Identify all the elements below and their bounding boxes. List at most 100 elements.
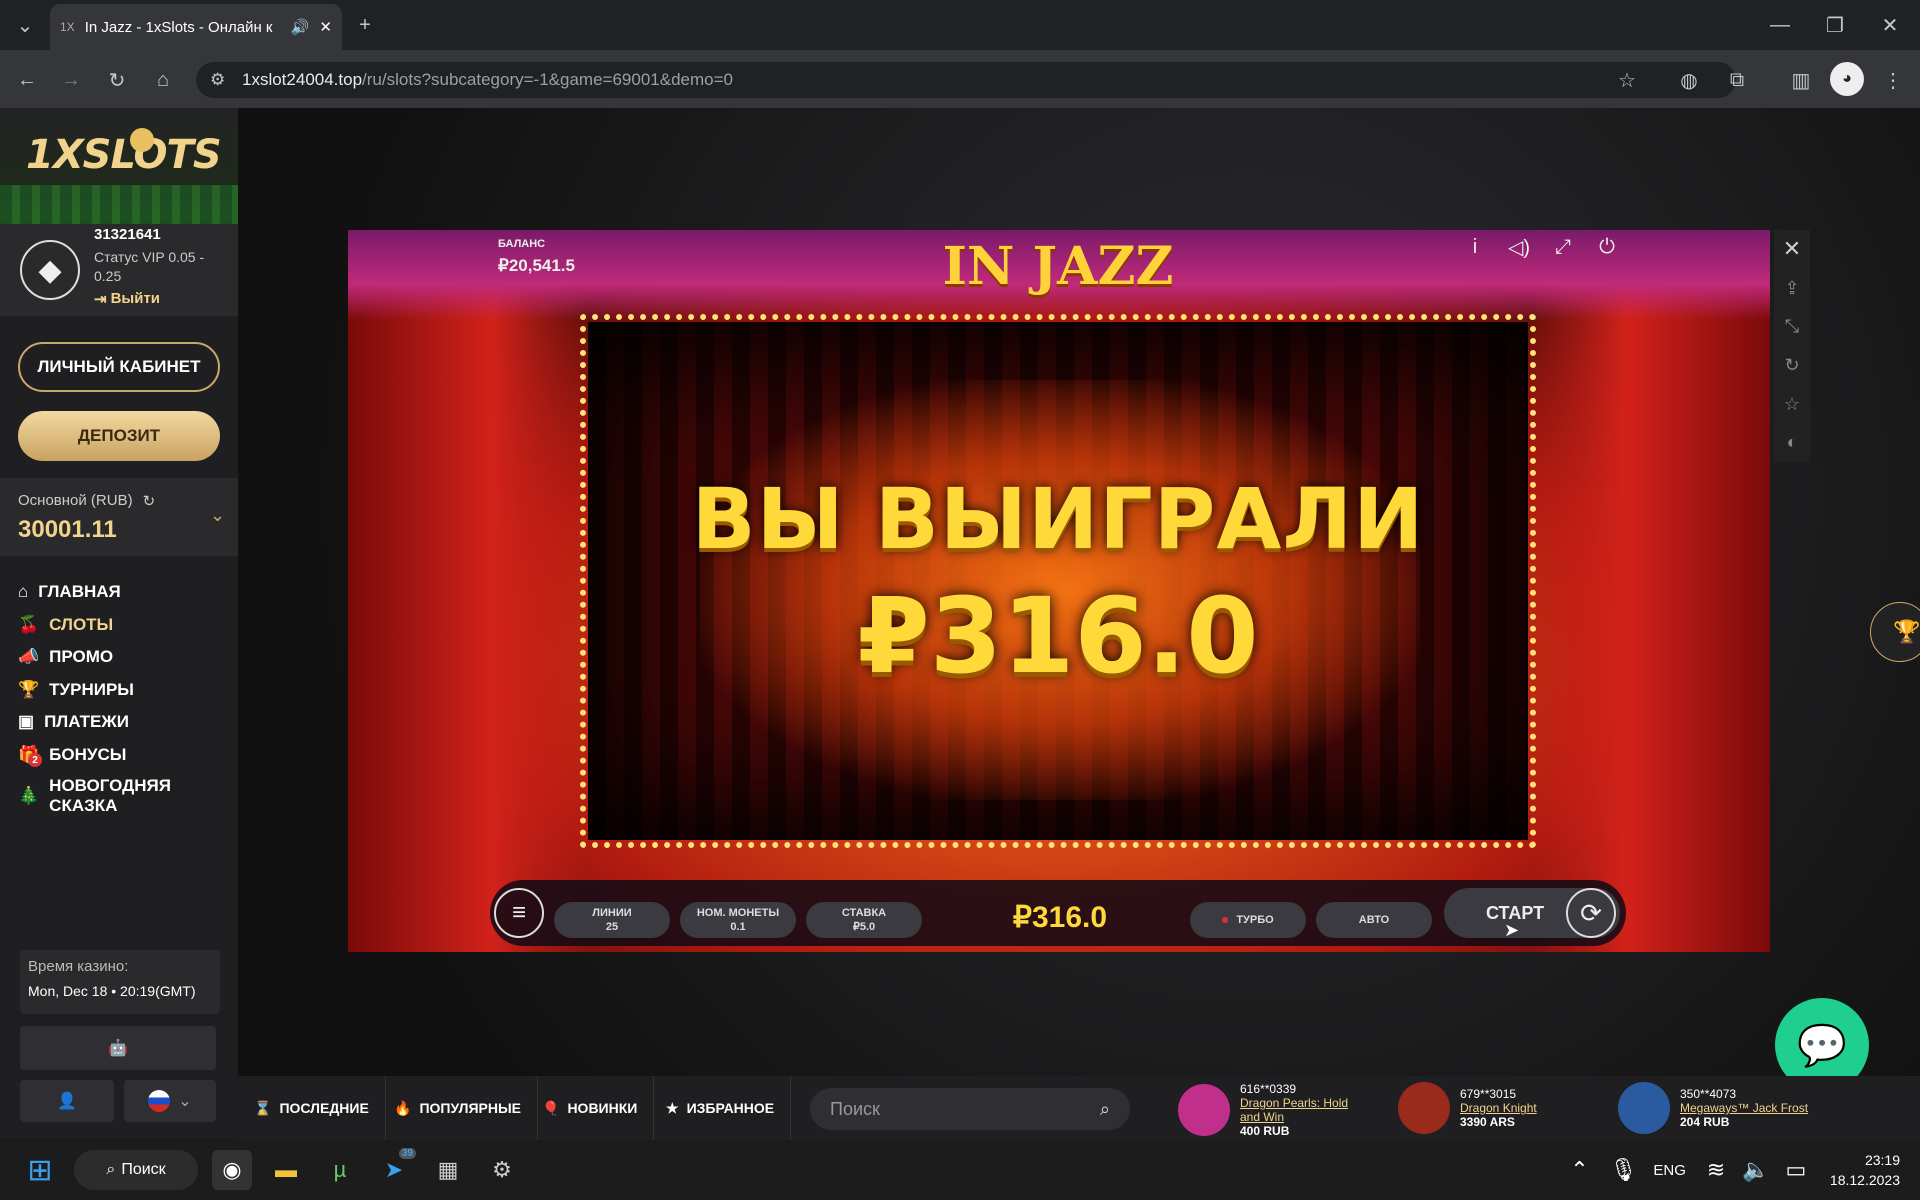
nav-tournaments[interactable]: 🏆 ТУРНИРЫ (18, 680, 228, 700)
new-tab-icon[interactable]: + (350, 10, 380, 40)
favicon-icon: 1X (60, 20, 75, 34)
win-game-link[interactable]: Megaways™ Jack Frost (1680, 1101, 1808, 1115)
support-icon: 👤 (57, 1093, 77, 1110)
casino-time-value: Mon, Dec 18 • 20:19(GMT) (28, 983, 196, 999)
coin-label: НОМ. МОНЕТЫ (696, 907, 780, 919)
win-user: 350**4073 (1680, 1087, 1737, 1101)
favorite-star-icon[interactable]: ☆ (1784, 385, 1800, 424)
wifi-icon[interactable]: ≋ (1696, 1150, 1736, 1190)
balance-label-row: Основной (RUB) ↻ (18, 492, 155, 510)
cat-new[interactable]: 🎈 НОВИНКИ (526, 1076, 655, 1140)
calculator-icon[interactable]: ▦ (428, 1150, 468, 1190)
chrome-icon[interactable]: ◉ (212, 1150, 252, 1190)
site-logo[interactable]: 1XSLOTS (26, 132, 222, 178)
bookmark-star-icon[interactable]: ☆ (1610, 64, 1644, 96)
back-icon[interactable]: ← (10, 64, 44, 96)
android-app-button[interactable]: 🤖 (20, 1026, 216, 1070)
game-balance-value: ₽20,541.5 (498, 256, 575, 275)
search-input[interactable]: Поиск ⌕ (810, 1088, 1130, 1130)
wallet-icon: ▣ (18, 712, 35, 731)
taskbar-clock[interactable]: 23:19 18.12.2023 (1830, 1150, 1900, 1190)
nav-payments[interactable]: ▣ ПЛАТЕЖИ (18, 712, 228, 732)
taskbar-search-label: Поиск (121, 1161, 166, 1178)
restore-icon[interactable]: ❐ (1815, 10, 1855, 40)
deposit-button[interactable]: ДЕПОЗИТ (18, 411, 220, 461)
win-game-link[interactable]: Dragon Knight (1460, 1101, 1537, 1115)
nav-bonuses[interactable]: 🎁 2 БОНУСЫ (18, 745, 228, 767)
share-icon[interactable]: ⇪ (1784, 269, 1799, 308)
bet-pill[interactable]: СТАВКА ₽5.0 (806, 902, 922, 938)
recent-win-2[interactable]: 679**3015 Dragon Knight 3390 ARS (1398, 1082, 1537, 1134)
search-icon[interactable]: ⌕ (1100, 1099, 1110, 1120)
forward-icon[interactable]: → (54, 64, 88, 96)
nav-new-year[interactable]: 🎄 НОВОГОДНЯЯ СКАЗКА (18, 776, 228, 816)
menu-icon[interactable]: ≡ (494, 888, 544, 938)
turbo-button[interactable]: ТУРБО (1190, 902, 1306, 938)
spin-icon[interactable]: ⟳ (1566, 888, 1616, 938)
minimize-icon[interactable]: — (1760, 10, 1800, 40)
lines-pill[interactable]: ЛИНИИ 25 (554, 902, 670, 938)
profile-avatar[interactable]: ◕ (1830, 62, 1864, 96)
cabinet-button[interactable]: ЛИЧНЫЙ КАБИНЕТ (18, 342, 220, 392)
microphone-icon[interactable]: 🎙 (1603, 1150, 1643, 1190)
auto-label: АВТО (1358, 914, 1390, 926)
balance-label: Основной (RUB) (18, 492, 133, 509)
reload-game-icon[interactable]: ↻ (1784, 346, 1799, 385)
url-path: /ru/slots?subcategory=-1&game=69001&demo… (362, 70, 733, 89)
speaker-icon[interactable]: 🔊 (291, 18, 310, 36)
trophy-icon: 🏆 (1893, 619, 1920, 644)
hourglass-icon: ⌛ (254, 1099, 272, 1116)
sound-icon[interactable]: ◁) (1506, 234, 1532, 260)
info-icon[interactable]: i (1462, 234, 1488, 260)
logout-link[interactable]: ⇥ Выйти (94, 290, 160, 308)
keyboard-language[interactable]: ENG (1653, 1162, 1686, 1179)
coin-value-pill[interactable]: НОМ. МОНЕТЫ 0.1 (680, 902, 796, 938)
url-bar[interactable]: ⚙ 1xslot24004.top/ru/slots?subcategory=-… (196, 62, 1736, 98)
tab-search-icon[interactable]: ⌄ (10, 10, 40, 40)
browser-menu-icon[interactable]: ⋮ (1876, 64, 1910, 96)
window-close-icon[interactable]: ✕ (1870, 10, 1910, 40)
telegram-icon[interactable]: ➤ 39 (374, 1148, 416, 1190)
lines-value: 25 (605, 921, 619, 933)
file-explorer-icon[interactable]: ▬ (266, 1150, 306, 1190)
chevron-down-icon[interactable]: ⌄ (210, 505, 225, 526)
refresh-icon[interactable]: ↻ (143, 492, 156, 510)
support-button[interactable]: 👤 (20, 1080, 114, 1122)
nav-home[interactable]: ⌂ ГЛАВНАЯ (18, 582, 228, 602)
recent-win-3[interactable]: 350**4073 Megaways™ Jack Frost 204 RUB (1618, 1082, 1808, 1134)
browser-tab[interactable]: 1X In Jazz - 1xSlots - Онлайн к 🔊 ✕ (50, 4, 342, 50)
bonus-badge: 2 (28, 753, 42, 767)
auto-button[interactable]: АВТО (1316, 902, 1432, 938)
close-game-icon[interactable]: ✕ (1783, 230, 1801, 269)
fullscreen-icon[interactable]: ⤢ (1550, 234, 1576, 260)
battery-icon[interactable]: ▭ (1776, 1150, 1816, 1190)
win-game-link[interactable]: Dragon Pearls: Hold and Win (1240, 1096, 1360, 1124)
toggle-icon[interactable]: ◐ (1787, 423, 1798, 462)
nav-label: ГЛАВНАЯ (38, 582, 121, 601)
extensions-puzzle-icon[interactable]: ⧉ (1720, 64, 1754, 96)
casino-time-label: Время казино: (28, 958, 129, 975)
utorrent-icon[interactable]: µ (320, 1150, 360, 1190)
nav-slots[interactable]: 🍒 СЛОТЫ (18, 615, 228, 635)
nav-promo[interactable]: 📣 ПРОМО (18, 647, 228, 667)
game-balance-label: БАЛАНС (498, 238, 546, 250)
extension-globe-icon[interactable]: ◍ (1672, 64, 1706, 96)
chevron-down-icon: ⌄ (178, 1093, 192, 1110)
cat-recent[interactable]: ⌛ ПОСЛЕДНИЕ (238, 1076, 386, 1140)
recent-win-1[interactable]: 616**0339 Dragon Pearls: Hold and Win 400 … (1178, 1082, 1360, 1138)
site-info-icon[interactable]: ⚙ (210, 70, 225, 90)
windows-start-icon[interactable]: ⊞ (20, 1150, 60, 1190)
volume-icon[interactable]: 🔈 (1736, 1150, 1776, 1190)
expand-icon[interactable]: ⤡ (1785, 307, 1799, 346)
power-icon[interactable]: ⏻ (1594, 234, 1620, 260)
home-icon[interactable]: ⌂ (146, 64, 180, 96)
taskbar-search[interactable]: ⌕ Поиск (74, 1150, 198, 1190)
settings-gear-icon[interactable]: ⚙ (482, 1150, 522, 1190)
side-panel-icon[interactable]: ▥ (1784, 64, 1818, 96)
tray-chevron-up-icon[interactable]: ⌃ (1559, 1150, 1599, 1190)
tab-close-icon[interactable]: ✕ (319, 18, 332, 36)
reload-icon[interactable]: ↻ (100, 64, 134, 96)
language-select[interactable]: ⌄ (124, 1080, 216, 1122)
cat-favorites[interactable]: ★ ИЗБРАННОЕ (650, 1076, 792, 1140)
cat-popular[interactable]: 🔥 ПОПУЛЯРНЫЕ (378, 1076, 539, 1140)
